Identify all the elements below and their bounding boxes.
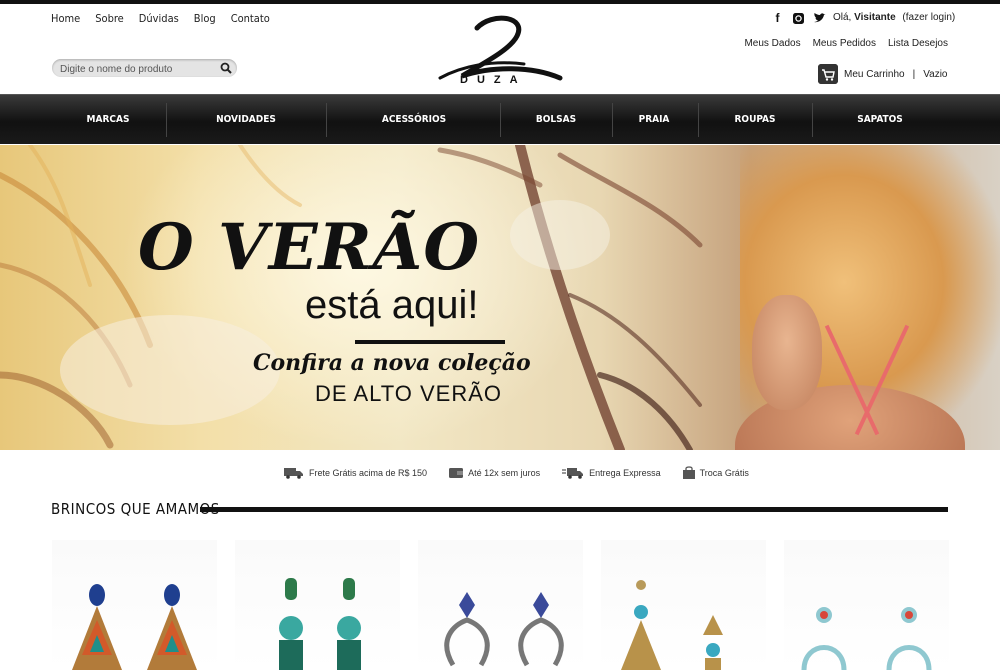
nav-item-bolsas[interactable]: BOLSAS: [536, 95, 576, 145]
nav-item-marcas[interactable]: MARCAS: [87, 95, 130, 145]
main-nav: MARCAS NOVIDADES ACESSÓRIOS BOLSAS PRAIA…: [0, 94, 1000, 144]
greeting-prefix: Olá,: [833, 12, 852, 23]
benefit-parcelas: Até 12x sem juros: [449, 467, 540, 479]
instagram-icon[interactable]: [792, 12, 805, 25]
fast-truck-icon: [562, 467, 584, 479]
search-box: [52, 59, 237, 79]
cart-icon[interactable]: [818, 64, 838, 84]
nav-item-sapatos[interactable]: SAPATOS: [857, 95, 903, 145]
top-links: Home Sobre Dúvidas Blog Contato: [51, 12, 270, 25]
top-link-home[interactable]: Home: [51, 12, 80, 25]
logo-text: DUZA: [460, 74, 527, 86]
section-title: BRINCOS QUE AMAMOS: [51, 500, 220, 518]
nav-item-novidades[interactable]: NOVIDADES: [216, 95, 276, 145]
benefit-troca: Troca Grátis: [682, 466, 749, 479]
account-link-meus-dados[interactable]: Meus Dados: [744, 38, 800, 49]
triangle-earring-image: [72, 584, 197, 670]
banner-rule: [355, 340, 505, 344]
product-card[interactable]: [418, 540, 583, 670]
search-icon[interactable]: [220, 62, 232, 74]
login-link[interactable]: (fazer login): [902, 12, 955, 23]
banner-line1: está aqui!: [305, 283, 479, 327]
benefit-label: Frete Grátis acima de R$ 150: [309, 467, 428, 478]
product-card[interactable]: [52, 540, 217, 670]
nav-divider: [698, 103, 699, 137]
hero-banner[interactable]: O VERÃO está aqui! Confira a nova coleçã…: [0, 145, 1000, 450]
section-rule: [200, 507, 948, 512]
turquoise-earring-image: [279, 578, 361, 670]
search-input[interactable]: [52, 60, 212, 79]
cart-separator: |: [912, 68, 916, 80]
banner-line2: Confira a nova coleção: [253, 350, 531, 376]
user-name: Visitante: [854, 12, 896, 23]
product-card[interactable]: [235, 540, 400, 670]
nav-item-praia[interactable]: PRAIA: [639, 95, 670, 145]
account-link-lista-desejos[interactable]: Lista Desejos: [888, 38, 948, 49]
wallet-icon: [449, 467, 464, 478]
social-icons: f: [771, 12, 826, 25]
benefit-frete: Frete Grátis acima de R$ 150: [284, 467, 427, 479]
nav-item-roupas[interactable]: ROUPAS: [735, 95, 776, 145]
product-grid: [52, 540, 949, 670]
bag-icon: [682, 466, 695, 479]
nav-divider: [812, 103, 813, 137]
greeting: Olá, Visitante (fazer login): [833, 12, 955, 23]
model-face-image: [752, 295, 822, 410]
nav-divider: [612, 103, 613, 137]
benefit-label: Troca Grátis: [699, 467, 749, 478]
facebook-icon[interactable]: f: [771, 12, 784, 25]
truck-icon: [284, 467, 303, 479]
benefits-bar: Frete Grátis acima de R$ 150 Até 12x sem…: [284, 466, 749, 479]
banner-line3: DE ALTO VERÃO: [315, 381, 503, 406]
nav-divider: [500, 103, 501, 137]
top-link-blog[interactable]: Blog: [194, 12, 216, 25]
top-link-contato[interactable]: Contato: [231, 12, 270, 25]
nav-divider: [166, 103, 167, 137]
benefit-label: Até 12x sem juros: [468, 467, 541, 478]
account-links: Meus Dados Meus Pedidos Lista Desejos: [744, 38, 948, 49]
cart-status: Vazio: [923, 68, 948, 80]
nav-item-acessorios[interactable]: ACESSÓRIOS: [382, 95, 446, 145]
cart: Meu Carrinho | Vazio: [818, 64, 947, 84]
product-card[interactable]: [601, 540, 766, 670]
cart-link[interactable]: Meu Carrinho: [844, 69, 905, 80]
nav-divider: [326, 103, 327, 137]
banner-headline: O VERÃO: [138, 210, 481, 285]
gold-fan-earring-image: [621, 580, 723, 670]
benefit-label: Entrega Expressa: [589, 467, 661, 478]
site-header: Home Sobre Dúvidas Blog Contato DUZA f O…: [0, 4, 1000, 94]
benefit-entrega: Entrega Expressa: [562, 467, 661, 479]
product-card[interactable]: [784, 540, 949, 670]
twitter-icon[interactable]: [813, 12, 826, 25]
account-link-meus-pedidos[interactable]: Meus Pedidos: [813, 38, 876, 49]
hoop-earring-image: [444, 592, 564, 667]
top-link-duvidas[interactable]: Dúvidas: [139, 12, 179, 25]
top-link-sobre[interactable]: Sobre: [95, 12, 124, 25]
coral-earring-image: [801, 607, 932, 670]
